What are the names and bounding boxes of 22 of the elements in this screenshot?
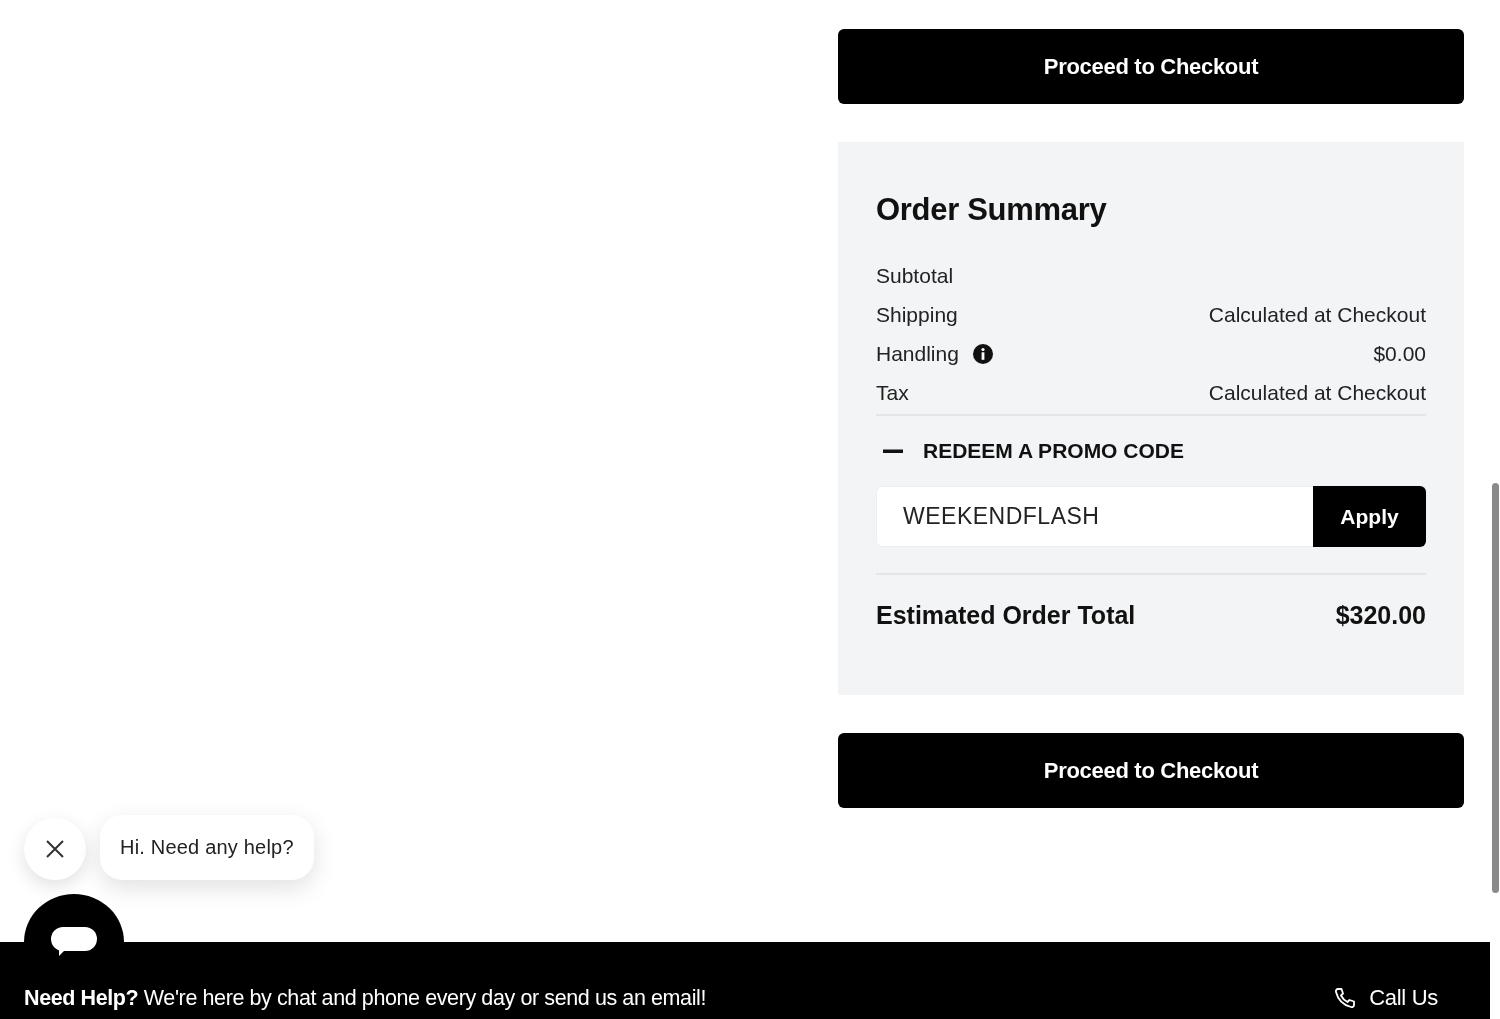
summary-title: Order Summary [876,192,1108,228]
scrollbar-thumb[interactable] [1492,483,1499,893]
info-icon[interactable] [972,343,993,364]
checkout-button[interactable]: Proceed to Checkout [838,29,1464,104]
row-label: Handling [876,341,959,366]
total-value: $320.00 [1335,600,1426,630]
promo-code-field[interactable]: WEEKENDFLASH [876,486,1313,547]
close-icon [45,839,65,859]
apply-button[interactable]: Apply [1313,486,1426,547]
row-value: $0.00 [1373,341,1426,366]
phone-icon [1333,986,1358,1010]
help-message: Need Help? We're here by chat and phone every day or send us an email! [24,986,706,1011]
promo-toggle[interactable]: REDEEM A PROMO CODE [923,439,1184,463]
total-label: Estimated Order Total [876,600,1136,630]
checkout-button[interactable]: Proceed to Checkout [838,733,1464,808]
row-label: Shipping [876,302,958,327]
row-label: Tax [876,380,909,405]
call-us-link[interactable]: Call Us [1333,985,1438,1011]
chat-greeting: Hi. Need any help? [100,815,314,880]
row-value: Calculated at Checkout [1208,302,1426,327]
row-value: Calculated at Checkout [1208,380,1426,405]
row-label: Subtotal [876,263,954,288]
